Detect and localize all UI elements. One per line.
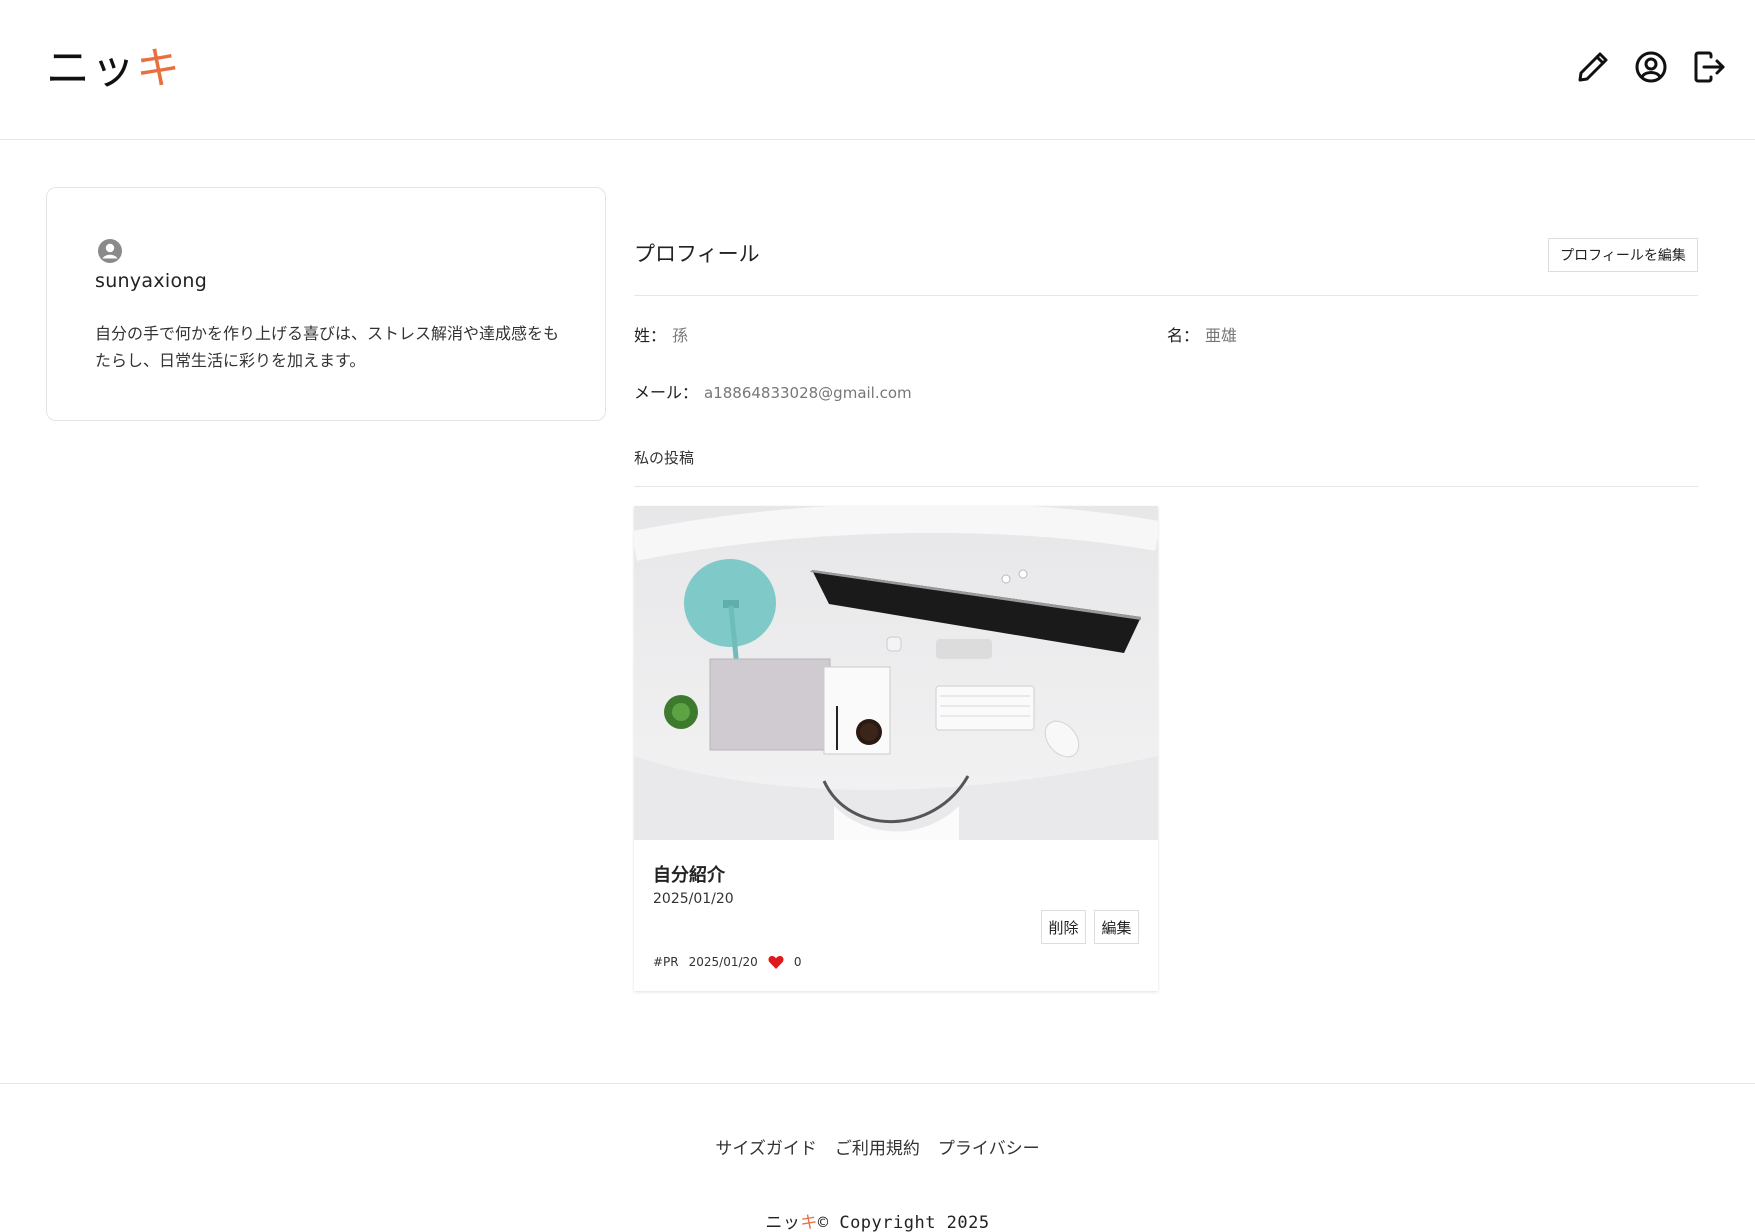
username: sunyaxiong [95,270,208,292]
post-meta: #PR 2025/01/20 0 [653,955,801,969]
logout-icon[interactable] [1691,49,1727,85]
logo-text-main: ニッ [46,43,136,94]
site-header: ニッキ [0,0,1755,140]
footer-links: サイズガイド ご利用規約 プライバシー [0,1134,1755,1159]
user-bio: 自分の手で何かを作り上げる喜びは、ストレス解消や達成感をもたらし、日常生活に彩り… [95,324,560,370]
copyright-text: © Copyright 2025 [817,1213,990,1232]
post-tag[interactable]: #PR [653,955,679,969]
profile-card: sunyaxiong 自分の手で何かを作り上げる喜びは、ストレス解消や達成感をも… [46,187,606,421]
footer-link-terms[interactable]: ご利用規約 [835,1134,920,1159]
post-image[interactable] [634,506,1158,840]
my-posts-title: 私の投稿 [634,449,695,467]
delete-post-button[interactable]: 削除 [1041,910,1086,944]
first-name-value: 亜雄 [1205,326,1238,345]
logo-text-accent: キ [136,43,181,94]
last-name-field: 姓： 孫 [634,322,688,346]
footer-logo-main: ニッ [765,1213,801,1232]
site-logo[interactable]: ニッキ [46,44,181,94]
heart-icon[interactable] [768,955,784,969]
first-name-label: 名： [1167,326,1200,345]
posts-divider [634,486,1698,487]
copyright: ニッキ© Copyright 2025 [0,1208,1755,1232]
user-circle-icon[interactable] [1633,49,1669,85]
last-name-value: 孫 [672,326,689,345]
post-date: 2025/01/20 [653,891,734,907]
header-actions [1575,49,1727,85]
profile-title: プロフィール [634,242,760,266]
avatar-icon [97,238,123,264]
footer-link-size-guide[interactable]: サイズガイド [715,1134,817,1159]
post-meta-date: 2025/01/20 [688,955,758,969]
edit-post-button[interactable]: 編集 [1094,910,1139,944]
edit-profile-button[interactable]: プロフィールを編集 [1548,238,1698,272]
footer-logo-accent: キ [800,1213,818,1232]
last-name-label: 姓： [634,326,667,345]
footer-link-privacy[interactable]: プライバシー [938,1134,1040,1159]
pencil-icon[interactable] [1575,49,1611,85]
first-name-field: 名： 亜雄 [1167,322,1237,346]
email-field: メール： a18864833028@gmail.com [634,379,912,403]
site-footer: サイズガイド ご利用規約 プライバシー ニッキ© Copyright 2025 [0,1083,1755,1232]
email-label: メール： [634,383,699,402]
like-count: 0 [793,955,802,969]
post-title[interactable]: 自分紹介 [653,861,725,887]
post-card[interactable]: 自分紹介 2025/01/20 削除 編集 #PR 2025/01/20 0 [634,506,1158,991]
profile-divider [634,295,1698,296]
email-value: a18864833028@gmail.com [704,384,912,402]
